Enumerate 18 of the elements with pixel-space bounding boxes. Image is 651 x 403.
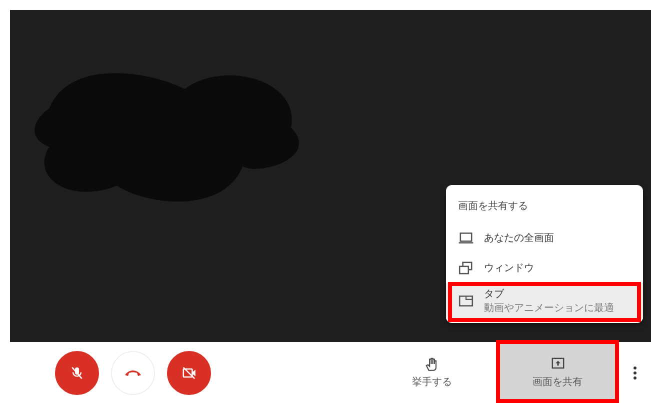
more-options-icon[interactable] — [633, 364, 637, 380]
menu-title: 画面を共有する — [457, 200, 529, 214]
menu-item-label: タブ — [484, 288, 505, 301]
mic-off-icon — [69, 364, 85, 380]
windows-icon — [458, 260, 474, 276]
menu-item-label: あなたの全画面 — [484, 232, 554, 245]
menu-item[interactable]: タブ 動画やアニメーションに最適 — [446, 283, 643, 319]
menu-item[interactable]: ウィンドウ — [446, 253, 643, 283]
present-button[interactable]: 画面を共有 — [496, 342, 619, 403]
menu-item[interactable]: あなたの全画面 — [446, 223, 643, 253]
camera-button[interactable] — [167, 350, 211, 394]
phone-icon — [125, 369, 141, 376]
laptop-icon — [458, 230, 474, 246]
camera-off-icon — [181, 364, 197, 380]
tab-icon — [458, 293, 474, 309]
menu-item-subtitle: 動画やアニメーションに最適 — [484, 302, 614, 315]
mic-button[interactable] — [55, 350, 99, 394]
menu-item-label: ウィンドウ — [484, 262, 534, 275]
